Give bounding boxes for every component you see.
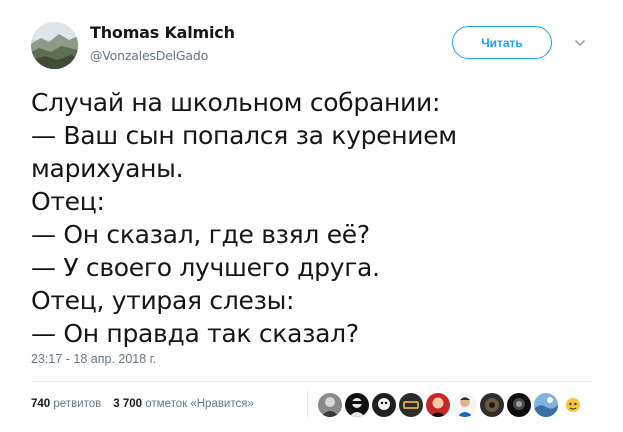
follow-button[interactable]: Читать: [452, 26, 552, 59]
liker-avatar-6[interactable]: [453, 393, 477, 417]
liker-avatar-4[interactable]: [399, 393, 423, 417]
tweet-text-line: Отец, утирая слезы:: [31, 286, 295, 315]
author-display-name[interactable]: Thomas Kalmich: [90, 23, 235, 42]
tweet-text: Случай на школьном собрании: — Ваш сын п…: [31, 86, 601, 350]
retweets-stat[interactable]: 740 ретвитов: [31, 398, 101, 410]
tweet-text-line: — Ваш сын попался за курением: [31, 121, 457, 150]
liker-avatar-1[interactable]: [318, 393, 342, 417]
liker-avatar-3[interactable]: [372, 393, 396, 417]
tweet-text-line: — Он сказал, где взял её?: [31, 220, 370, 249]
stats-top-divider: [31, 381, 591, 382]
author-handle[interactable]: @VonzalesDelGado: [90, 48, 208, 63]
likes-count: 3 700: [113, 398, 143, 410]
author-avatar[interactable]: [31, 22, 78, 69]
liker-avatar-5[interactable]: [426, 393, 450, 417]
stats-separator: [307, 390, 308, 418]
landscape-avatar-icon: [31, 22, 78, 69]
likes-label: отметок «Нравится»: [145, 398, 254, 410]
liker-avatar-7[interactable]: [480, 393, 504, 417]
tweet-text-line: Отец:: [31, 187, 105, 216]
liker-avatar-10[interactable]: [561, 393, 585, 417]
liker-avatar-9[interactable]: [534, 393, 558, 417]
tweet-timestamp[interactable]: 23:17 - 18 апр. 2018 г.: [31, 352, 156, 366]
liker-avatar-8[interactable]: [507, 393, 531, 417]
chevron-down-icon[interactable]: [573, 36, 587, 50]
retweets-count: 740: [31, 398, 51, 410]
liker-avatar-2[interactable]: [345, 393, 369, 417]
retweets-label: ретвитов: [53, 398, 102, 410]
tweet-text-line: — У своего лучшего друга.: [31, 253, 380, 282]
tweet-text-line: — Он правда так сказал?: [31, 319, 359, 348]
tweet-stats: 740 ретвитов 3 700 отметок «Нравится»: [31, 398, 254, 410]
tweet-text-line: марихуаны.: [31, 154, 184, 183]
likes-stat[interactable]: 3 700 отметок «Нравится»: [113, 398, 254, 410]
tweet-text-line: Случай на школьном собрании:: [31, 88, 441, 117]
